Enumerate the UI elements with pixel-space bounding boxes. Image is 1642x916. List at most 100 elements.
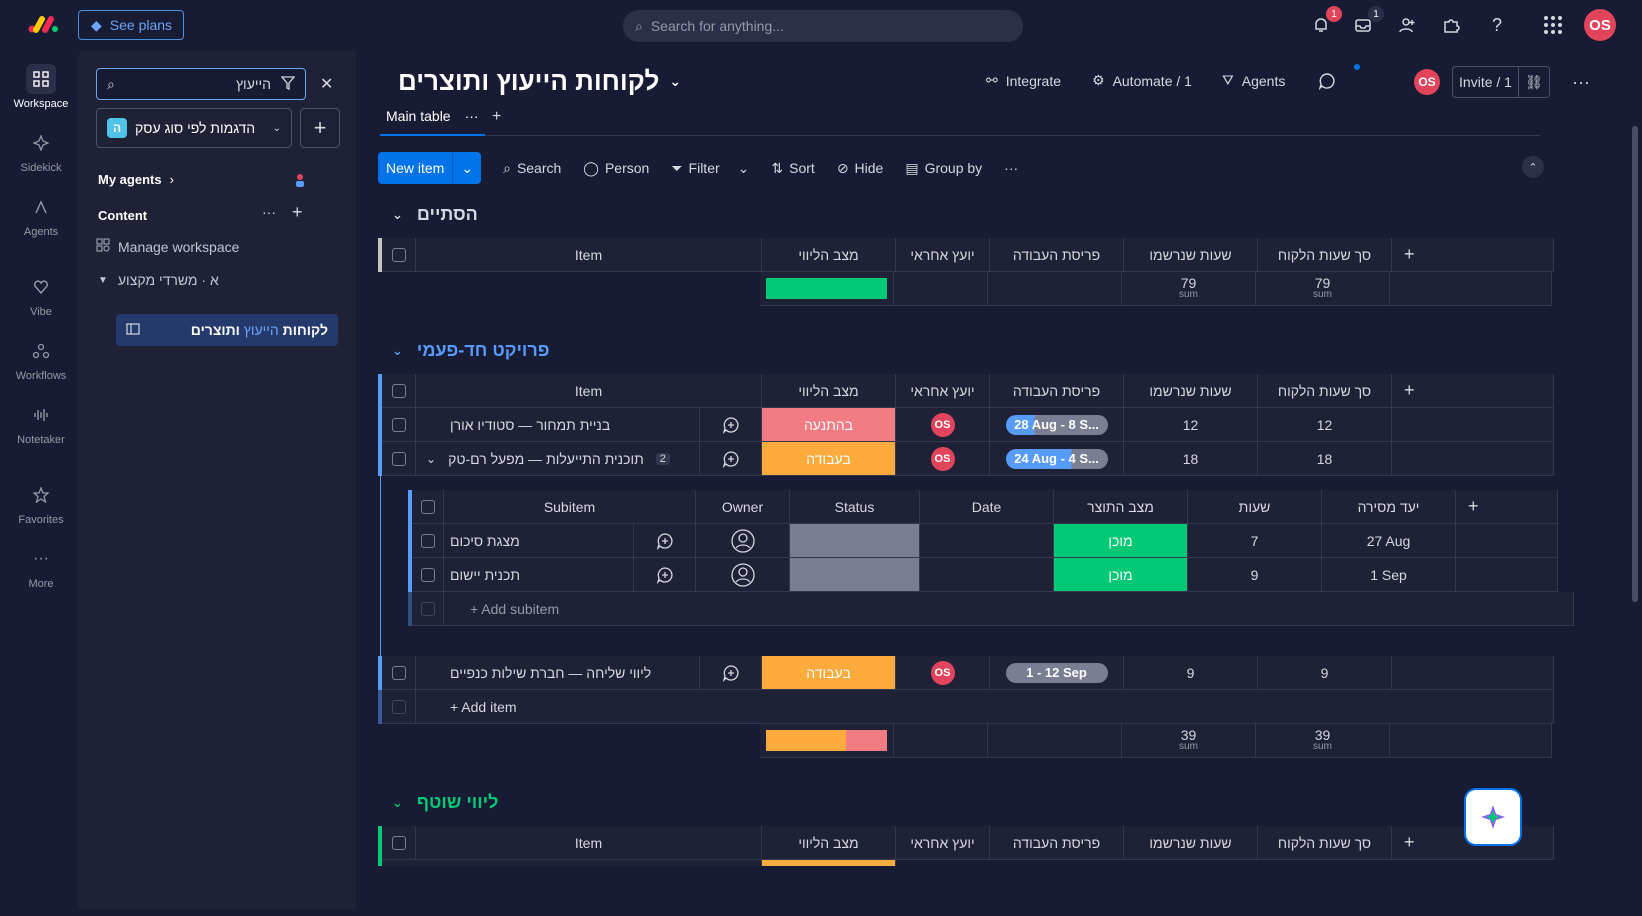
due-cell[interactable]: 1 Sep bbox=[1322, 558, 1456, 592]
group-title-done[interactable]: ⌄ הסתיים bbox=[392, 204, 478, 225]
add-update-icon[interactable] bbox=[700, 656, 762, 690]
filter-button[interactable]: ⏷ Filter ⌄ bbox=[671, 160, 749, 177]
row-checkbox[interactable] bbox=[382, 408, 416, 442]
rail-favorites[interactable]: Favorites bbox=[4, 480, 78, 526]
folder-item[interactable]: ▼ א · משרדי מקצוע bbox=[98, 272, 219, 288]
timeline-cell[interactable]: 28 Aug - 8 S... bbox=[990, 408, 1124, 442]
toolbar-more-icon[interactable]: ··· bbox=[1004, 160, 1018, 176]
due-cell[interactable]: 27 Aug bbox=[1322, 524, 1456, 558]
hours-cell[interactable]: 18 bbox=[1124, 442, 1258, 476]
timeline-cell[interactable]: 1 - 12 Sep bbox=[990, 656, 1124, 690]
subitem-row[interactable]: תכנית יישום מוכן 9 1 Sep bbox=[408, 558, 1558, 592]
board-owner-avatar[interactable]: OS bbox=[1414, 69, 1440, 95]
chevron-down-icon[interactable]: ⌄ bbox=[392, 795, 403, 811]
col-client-hours[interactable]: סך שעות הלקוח bbox=[1258, 374, 1392, 408]
subitem-row[interactable]: מצגת סיכום מוכן 7 27 Aug bbox=[408, 524, 1558, 558]
user-avatar[interactable]: OS bbox=[1584, 9, 1616, 41]
apps-puzzle-icon[interactable] bbox=[1440, 14, 1462, 36]
status-cell[interactable]: בהתנעה bbox=[762, 408, 896, 442]
search-button[interactable]: ⌕ Search bbox=[503, 160, 561, 177]
rail-workspace[interactable]: Workspace bbox=[4, 64, 78, 110]
add-update-icon[interactable] bbox=[634, 524, 696, 558]
manage-workspace-link[interactable]: Manage workspace bbox=[96, 238, 239, 255]
monday-logo[interactable] bbox=[28, 14, 58, 37]
chevron-down-icon[interactable]: ⌄ bbox=[426, 452, 436, 466]
hours-cell[interactable]: 12 bbox=[1124, 408, 1258, 442]
add-view-icon[interactable]: + bbox=[492, 108, 501, 126]
subcol-hours[interactable]: שעות bbox=[1188, 490, 1322, 524]
col-item[interactable]: Item bbox=[416, 238, 762, 272]
col-status[interactable]: מצב הליווי bbox=[762, 238, 896, 272]
subitem-name[interactable]: מצגת סיכום bbox=[444, 524, 634, 558]
subitem-name[interactable]: תכנית יישום bbox=[444, 558, 634, 592]
subcol-owner[interactable]: Owner bbox=[696, 490, 790, 524]
rail-vibe[interactable]: Vibe bbox=[4, 272, 78, 318]
ai-assistant-button[interactable] bbox=[1466, 790, 1520, 844]
col-timeline[interactable]: פריסת העבודה bbox=[990, 238, 1124, 272]
product-status-cell[interactable]: מוכן bbox=[1054, 558, 1188, 592]
col-status[interactable]: מצב הליווי bbox=[762, 826, 896, 860]
rail-agents[interactable]: Agents bbox=[4, 192, 78, 238]
col-hours[interactable]: שעות שנרשמו bbox=[1124, 826, 1258, 860]
my-agents-link[interactable]: My agents › bbox=[98, 172, 174, 187]
select-all-checkbox[interactable] bbox=[382, 238, 416, 272]
integrate-button[interactable]: ⚯ Integrate bbox=[986, 72, 1061, 89]
group-by-button[interactable]: ▤ Group by bbox=[905, 160, 982, 177]
col-owner[interactable]: יועץ אחראי bbox=[896, 374, 990, 408]
filter-icon[interactable] bbox=[280, 75, 296, 93]
add-update-icon[interactable] bbox=[700, 408, 762, 442]
hours-cell[interactable]: 7 bbox=[1188, 524, 1322, 558]
col-status[interactable]: מצב הליווי bbox=[762, 374, 896, 408]
chevron-down-icon[interactable]: ⌄ bbox=[453, 152, 481, 184]
add-column-icon[interactable]: + bbox=[1392, 374, 1554, 408]
chevron-down-icon[interactable]: ⌄ bbox=[738, 160, 750, 177]
product-status-cell[interactable]: מוכן bbox=[1054, 524, 1188, 558]
status-cell[interactable] bbox=[790, 558, 920, 592]
board-more-icon[interactable]: ··· bbox=[1572, 72, 1590, 93]
content-more-icon[interactable]: ··· bbox=[262, 204, 276, 220]
subcol-subitem[interactable]: Subitem bbox=[444, 490, 696, 524]
date-cell[interactable] bbox=[920, 524, 1054, 558]
add-update-icon[interactable] bbox=[634, 558, 696, 592]
col-item[interactable]: Item bbox=[416, 826, 762, 860]
subcol-product-status[interactable]: מצב התוצר bbox=[1054, 490, 1188, 524]
sort-button[interactable]: ⇅ Sort bbox=[771, 160, 814, 177]
select-all-checkbox[interactable] bbox=[382, 374, 416, 408]
col-timeline[interactable]: פריסת העבודה bbox=[990, 826, 1124, 860]
subcol-due[interactable]: יעד מסירה bbox=[1322, 490, 1456, 524]
close-search-icon[interactable]: ✕ bbox=[320, 74, 333, 94]
status-cell[interactable]: בעבודה bbox=[762, 656, 896, 690]
client-hours-cell[interactable]: 18 bbox=[1258, 442, 1392, 476]
new-item-button[interactable]: New item ⌄ bbox=[378, 152, 482, 184]
owner-placeholder-icon[interactable] bbox=[696, 524, 790, 558]
item-name[interactable]: ליווי שליחה — חברת שילות כנפיים bbox=[416, 656, 700, 690]
invite-member-icon[interactable] bbox=[1396, 14, 1418, 36]
col-client-hours[interactable]: סך שעות הלקוח bbox=[1258, 238, 1392, 272]
col-hours[interactable]: שעות שנרשמו bbox=[1124, 374, 1258, 408]
col-item[interactable]: Item bbox=[416, 374, 762, 408]
add-update-icon[interactable] bbox=[700, 442, 762, 476]
copy-link-icon[interactable]: ⛓ bbox=[1519, 67, 1549, 97]
subitem-select-all-checkbox[interactable] bbox=[412, 490, 444, 524]
owner-cell[interactable]: OS bbox=[896, 408, 990, 442]
status-cell[interactable]: בעבודה bbox=[762, 442, 896, 476]
col-owner[interactable]: יועץ אחראי bbox=[896, 238, 990, 272]
global-search-input[interactable]: ⌕ Search for anything... bbox=[623, 10, 1023, 42]
chevron-down-icon[interactable]: ⌄ bbox=[392, 207, 403, 223]
add-content-icon[interactable]: + bbox=[292, 202, 303, 223]
notifications-bell-icon[interactable]: 1 bbox=[1310, 6, 1342, 36]
board-item-active[interactable]: לקוחות הייעוץ ותוצרים bbox=[116, 314, 338, 346]
add-subcolumn-icon[interactable]: + bbox=[1456, 490, 1558, 524]
vertical-scrollbar[interactable] bbox=[1632, 126, 1638, 602]
subcol-date[interactable]: Date bbox=[920, 490, 1054, 524]
agent-avatar-icon[interactable] bbox=[292, 172, 308, 188]
table-row[interactable]: ⌄ תוכנית התייעלות — מפעל רם-טק 2 בעבודה … bbox=[378, 442, 1554, 476]
hours-cell[interactable]: 9 bbox=[1188, 558, 1322, 592]
subitem-count-badge[interactable]: 2 bbox=[655, 452, 670, 465]
client-hours-cell[interactable]: 9 bbox=[1258, 656, 1392, 690]
status-cell[interactable] bbox=[790, 524, 920, 558]
group-title-one-time[interactable]: ⌄ פרויקט חד-פעמי bbox=[392, 340, 549, 361]
apps-grid-icon[interactable] bbox=[1542, 14, 1564, 36]
add-workspace-button[interactable]: + bbox=[300, 108, 340, 148]
automate-button[interactable]: ⚙ Automate / 1 bbox=[1092, 72, 1192, 89]
